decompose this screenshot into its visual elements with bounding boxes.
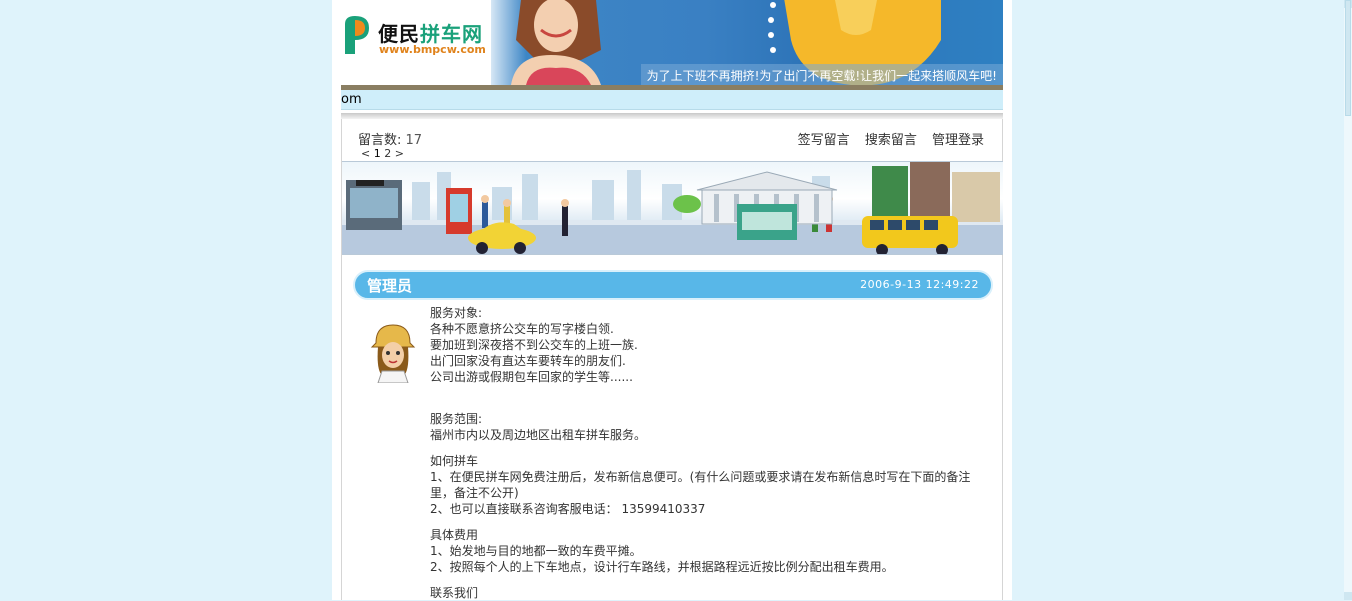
page-scrollbar[interactable]	[1344, 0, 1352, 600]
logo-url: www.bmpcw.com	[379, 43, 486, 56]
post-line: 公司出游或假期包车回家的学生等......	[430, 370, 633, 384]
post-line: 1、在便民拼车网免费注册后，发布新信息便可。(有什么问题或要求请在发布新信息时写…	[430, 470, 971, 500]
scrollbar-thumb[interactable]	[1345, 0, 1351, 116]
search-message-link[interactable]: 搜索留言	[865, 133, 917, 148]
slogan-text: 为了上下班不再拥挤!为了出门不再空载!让我们一起来搭顺风车吧!	[646, 69, 997, 83]
post-line: 2、也可以直接联系咨询客服电话： 13599410337	[430, 502, 706, 516]
post-line: 联系我们	[430, 586, 479, 600]
page-2-link[interactable]: 2	[384, 147, 391, 160]
write-message-link[interactable]: 签写留言	[798, 133, 850, 148]
post-author: 管理员	[367, 277, 413, 295]
post-line: 服务范围:	[430, 412, 483, 426]
banner-girl-image	[511, 0, 601, 85]
post-line: 各种不愿意挤公交车的写字楼白领.	[430, 322, 614, 336]
marquee-text: om	[341, 92, 362, 107]
post-line: 福州市内以及周边地区出租车拼车服务。	[430, 428, 647, 442]
pagination: < 1 2 >	[361, 147, 404, 160]
post-line: 出门回家没有直达车要转车的朋友们.	[430, 354, 626, 368]
logo[interactable]: 便民拼车网 www.bmpcw.com	[341, 0, 491, 85]
post-line: 具体费用	[430, 528, 479, 542]
post-line: 服务对象:	[430, 306, 483, 320]
guestbook-actions: 签写留言 搜索留言 管理登录	[787, 129, 984, 148]
header-banner: 便民拼车网 www.bmpcw.com 为了上下班不再拥挤!为了出门不再空载!让…	[341, 0, 1003, 85]
scroll-down-icon[interactable]	[1344, 592, 1352, 600]
user-avatar	[370, 324, 416, 383]
post-line: 要加班到深夜搭不到公交车的上班一族.	[430, 338, 638, 352]
next-page-link[interactable]: >	[395, 147, 404, 160]
message-count-value: 17	[405, 133, 423, 148]
post-line: 2、按照每个人的上下车地点，设计行车路线，并根据路程远近按比例分配出租车费用。	[430, 560, 894, 574]
prev-page-link[interactable]: <	[361, 147, 370, 160]
logo-p-icon	[345, 16, 369, 54]
admin-login-link[interactable]: 管理登录	[932, 133, 984, 148]
message-count: 留言数: 17	[358, 129, 422, 148]
page-1-current: 1	[373, 147, 381, 160]
post-line: 如何拼车	[430, 454, 479, 468]
street-scene-image	[342, 162, 1003, 254]
post-timestamp: 2006-9-13 12:49:22	[860, 278, 979, 291]
post-header: 管理员 2006-9-13 12:49:22	[353, 270, 993, 300]
page-container: 便民拼车网 www.bmpcw.com 为了上下班不再拥挤!为了出门不再空载!让…	[332, 0, 1012, 600]
marquee-strip: om	[341, 90, 1003, 110]
post-body: 服务对象: 各种不愿意挤公交车的写字楼白领. 要加班到深夜搭不到公交车的上班一族…	[430, 305, 978, 601]
message-count-label: 留言数:	[358, 133, 402, 148]
post-line: 1、始发地与目的地都一致的车费平摊。	[430, 544, 642, 558]
street-scene-banner	[342, 161, 1003, 255]
header-slogan: 为了上下班不再拥挤!为了出门不再空载!让我们一起来搭顺风车吧!	[641, 64, 1003, 85]
guestbook-content: 留言数: 17 签写留言 搜索留言 管理登录 < 1 2 > 管理员 2006-…	[341, 119, 1003, 600]
